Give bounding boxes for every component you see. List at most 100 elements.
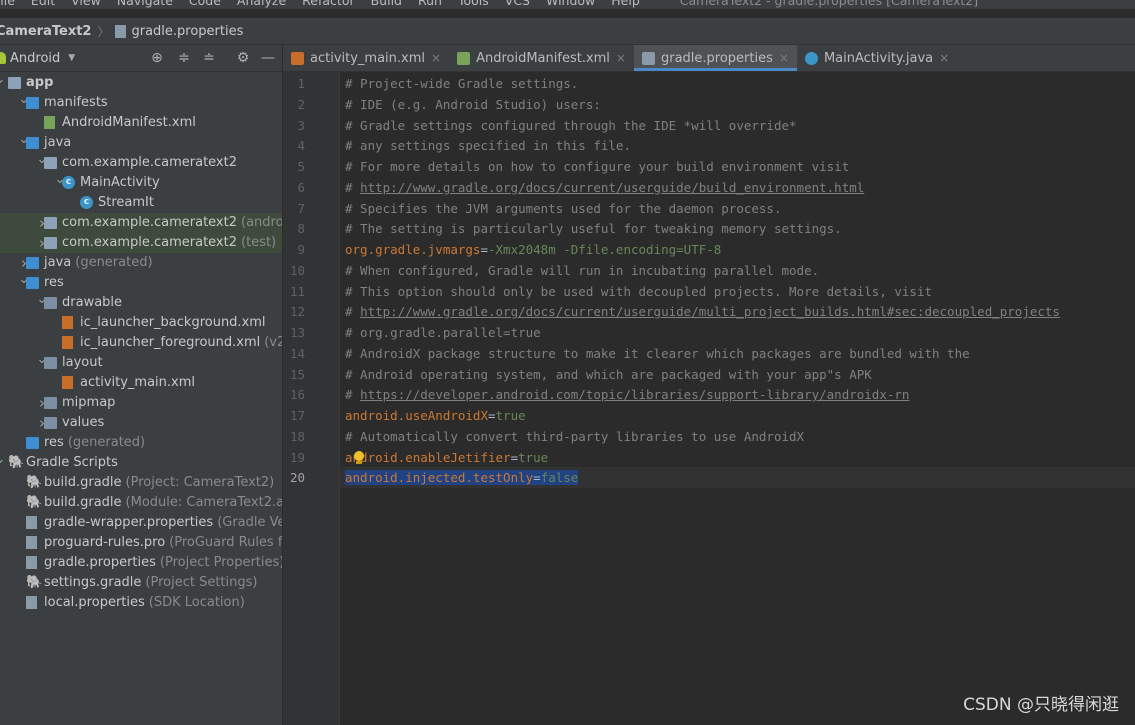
tree-item[interactable]: › values bbox=[0, 413, 282, 433]
breadcrumb-file[interactable]: gradle.properties bbox=[131, 24, 243, 39]
code-line[interactable]: # IDE (e.g. Android Studio) users: bbox=[345, 94, 601, 115]
menu-item-refactor[interactable]: Refactor bbox=[302, 0, 354, 8]
close-icon[interactable]: × bbox=[431, 51, 441, 65]
close-icon[interactable]: × bbox=[939, 51, 949, 65]
code-line[interactable]: # AndroidX package structure to make it … bbox=[345, 343, 970, 364]
tree-item[interactable]: ic_launcher_background.xml bbox=[0, 313, 282, 333]
tree-item-name: gradle.properties bbox=[44, 555, 156, 570]
code-line[interactable]: # Project-wide Gradle settings. bbox=[345, 73, 578, 94]
tree-item[interactable]: ⌄ layout bbox=[0, 353, 282, 373]
tree-item[interactable]: 🐘build.gradle(Module: CameraText2.app) bbox=[0, 493, 282, 513]
code-editor[interactable]: # Project-wide Gradle settings. # IDE (e.… bbox=[340, 72, 1135, 725]
tree-item[interactable]: ›com.example.cameratext2(androidTest) bbox=[0, 213, 282, 233]
tree-item-name: drawable bbox=[62, 295, 123, 310]
code-token-comment: # org.gradle.parallel=true bbox=[345, 325, 541, 340]
tree-item[interactable]: local.properties (SDK Location) bbox=[0, 593, 282, 613]
breadcrumb-project[interactable]: CameraText2 bbox=[0, 24, 91, 39]
intention-bulb-icon[interactable] bbox=[353, 450, 365, 465]
code-line[interactable]: # Automatically convert third-party libr… bbox=[345, 426, 804, 447]
tree-item-name: activity_main.xml bbox=[80, 375, 196, 390]
tree-item[interactable]: › com.example.cameratext2 (test) bbox=[0, 233, 282, 253]
chevron-down-icon[interactable]: ⌄ bbox=[0, 453, 6, 470]
code-line[interactable]: # org.gradle.parallel=true bbox=[345, 322, 541, 343]
tree-item-name: values bbox=[62, 415, 105, 430]
code-line[interactable]: # Android operating system, and which ar… bbox=[345, 364, 872, 385]
tree-item[interactable]: ⌄ c MainActivity bbox=[0, 173, 282, 193]
target-icon[interactable]: ⊕ bbox=[148, 49, 166, 67]
menu-item-edit[interactable]: Edit bbox=[31, 0, 55, 8]
tree-item[interactable]: AndroidManifest.xml bbox=[0, 113, 282, 133]
menu-item-build[interactable]: Build bbox=[371, 0, 402, 8]
menu-item-window[interactable]: Window bbox=[546, 0, 595, 8]
menu-item-navigate[interactable]: Navigate bbox=[117, 0, 173, 8]
tree-item[interactable]: ⌄ java bbox=[0, 133, 282, 153]
menu-item-vcs[interactable]: VCS bbox=[505, 0, 530, 8]
menu-item-tools[interactable]: Tools bbox=[458, 0, 489, 8]
minimize-icon[interactable]: — bbox=[259, 49, 277, 67]
menu-item-file[interactable]: File bbox=[0, 0, 15, 8]
collapse-all-icon[interactable]: ≐ bbox=[200, 49, 218, 67]
tree-item[interactable]: ⌄ com.example.cameratext2 bbox=[0, 153, 282, 173]
line-number: 4 bbox=[297, 138, 305, 154]
tree-item-label: ic_launcher_background.xml bbox=[80, 313, 266, 333]
line-number: 5 bbox=[297, 159, 305, 174]
code-line[interactable]: # Specifies the JVM arguments used for t… bbox=[345, 198, 782, 219]
line-number: 19 bbox=[289, 449, 305, 465]
menu-item-analyze[interactable]: Analyze bbox=[237, 0, 286, 8]
code-line[interactable]: org.gradle.jvmargs=-Xmx2048m -Dfile.enco… bbox=[345, 239, 721, 260]
xml-file-icon bbox=[44, 116, 55, 129]
view-mode-select[interactable]: Android ▼ bbox=[0, 51, 75, 66]
code-line[interactable]: # http://www.gradle.org/docs/current/use… bbox=[345, 301, 1060, 322]
class-icon: c bbox=[80, 196, 93, 209]
menu-item-code[interactable]: Code bbox=[189, 0, 221, 8]
tree-item-name: local.properties bbox=[44, 595, 145, 610]
tree-item[interactable]: c StreamIt bbox=[0, 193, 282, 213]
code-line[interactable]: # Gradle settings configured through the… bbox=[345, 115, 797, 136]
generated-folder-icon bbox=[26, 257, 39, 269]
tree-item[interactable]: 🐘 build.gradle (Project: CameraText2) bbox=[0, 473, 282, 493]
menu-item-help[interactable]: Help bbox=[611, 0, 640, 8]
tree-item[interactable]: activity_main.xml bbox=[0, 373, 282, 393]
tree-item[interactable]: ⌄ res bbox=[0, 273, 282, 293]
close-icon[interactable]: × bbox=[779, 51, 789, 65]
tree-item[interactable]: ⌄ app bbox=[0, 73, 282, 93]
code-token-key: android.enableJetifier bbox=[345, 449, 511, 465]
properties-file-icon bbox=[115, 24, 127, 38]
tree-item[interactable]: ic_launcher_foreground.xml(v24) bbox=[0, 333, 282, 353]
tree-item[interactable]: ⌄🐘Gradle Scripts bbox=[0, 453, 282, 473]
tab-mainactivity-java[interactable]: MainActivity.java × bbox=[797, 45, 957, 71]
tab-gradle-properties[interactable]: gradle.properties × bbox=[633, 45, 797, 71]
tree-item[interactable]: proguard-rules.pro(ProGuard Rules for Ca… bbox=[0, 533, 282, 553]
code-line[interactable]: android.useAndroidX=true bbox=[345, 405, 526, 426]
code-line[interactable]: # any settings specified in this file. bbox=[345, 135, 631, 156]
tree-item[interactable]: gradle.properties (Project Properties) bbox=[0, 553, 282, 573]
code-line[interactable]: # For more details on how to configure y… bbox=[345, 156, 849, 177]
tree-item[interactable]: 🐘 settings.gradle (Project Settings) bbox=[0, 573, 282, 593]
code-line[interactable]: # This option should only be used with d… bbox=[345, 281, 932, 302]
code-line[interactable]: # https://developer.android.com/topic/li… bbox=[345, 384, 909, 405]
expand-all-icon[interactable]: ≑ bbox=[175, 49, 193, 67]
tab-androidmanifest-xml[interactable]: AndroidManifest.xml × bbox=[449, 45, 634, 71]
folder-icon bbox=[44, 417, 57, 429]
selected-text[interactable]: android.injected.testOnly=false bbox=[345, 470, 579, 486]
xml-file-icon bbox=[62, 376, 73, 389]
code-line[interactable]: android.injected.testOnly=false bbox=[345, 467, 579, 488]
chevron-down-icon[interactable]: ⌄ bbox=[0, 73, 6, 90]
tree-item[interactable]: gradle-wrapper.properties(Gradle Version… bbox=[0, 513, 282, 533]
code-line[interactable]: # When configured, Gradle will run in in… bbox=[345, 260, 819, 281]
code-line[interactable]: android.enableJetifier=true bbox=[345, 447, 548, 468]
tree-item[interactable]: ⌄ manifests bbox=[0, 93, 282, 113]
code-line[interactable]: # The setting is particularly useful for… bbox=[345, 218, 842, 239]
tree-item[interactable]: ⌄ drawable bbox=[0, 293, 282, 313]
tree-item-name: build.gradle bbox=[44, 495, 122, 510]
tree-item[interactable]: res (generated) bbox=[0, 433, 282, 453]
menu-item-run[interactable]: Run bbox=[418, 0, 442, 8]
close-icon[interactable]: × bbox=[616, 51, 626, 65]
gear-icon[interactable]: ⚙ bbox=[234, 49, 252, 67]
menu-item-view[interactable]: View bbox=[71, 0, 101, 8]
tree-item[interactable]: › mipmap bbox=[0, 393, 282, 413]
code-line[interactable]: # http://www.gradle.org/docs/current/use… bbox=[345, 177, 864, 198]
tab-activity-main-xml[interactable]: activity_main.xml × bbox=[283, 45, 449, 71]
code-token-comment: # AndroidX package structure to make it … bbox=[345, 345, 970, 361]
tree-item[interactable]: › java (generated) bbox=[0, 253, 282, 273]
